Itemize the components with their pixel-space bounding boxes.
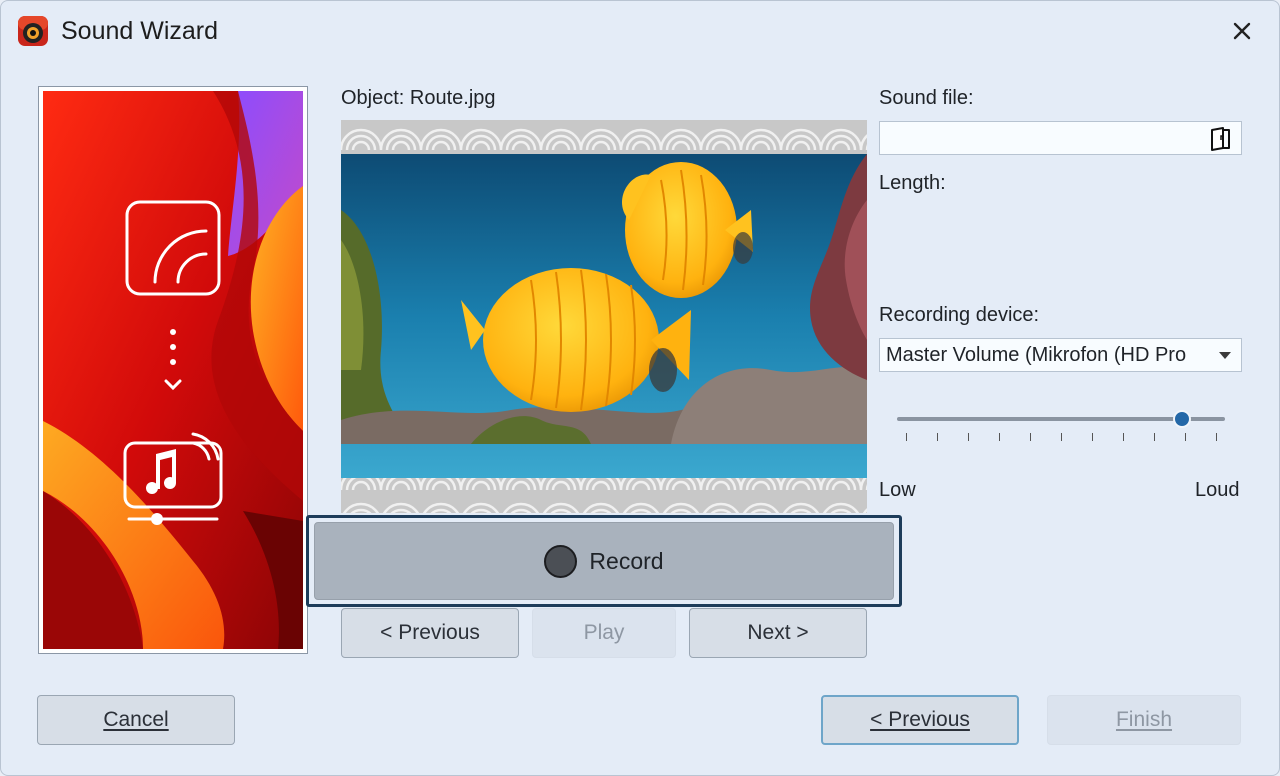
open-file-button[interactable] — [1207, 125, 1235, 153]
volume-tick — [1123, 433, 1124, 441]
sound-file-input[interactable] — [879, 121, 1242, 155]
volume-slider[interactable] — [891, 401, 1231, 447]
cancel-button-label: Cancel — [103, 708, 169, 731]
sound-wizard-window: Sound Wizard Object: Route.jpg Sound fil… — [0, 0, 1280, 776]
volume-tick — [937, 433, 938, 441]
recording-device-value: Master Volume (Mikrofon (HD Pro — [886, 344, 1187, 366]
object-label: Object: Route.jpg — [341, 87, 496, 109]
playback-next-label: Next > — [747, 621, 809, 644]
close-icon — [1233, 22, 1251, 40]
record-button-label: Record — [589, 547, 664, 574]
record-button[interactable]: Record — [314, 522, 894, 600]
camera-app-icon — [17, 15, 49, 47]
volume-tick — [1030, 433, 1031, 441]
volume-tick — [1154, 433, 1155, 441]
finish-button[interactable]: Finish — [1047, 695, 1241, 745]
chevron-down-icon — [1219, 352, 1231, 359]
window-title: Sound Wizard — [61, 17, 219, 45]
recording-device-select[interactable]: Master Volume (Mikrofon (HD Pro — [879, 338, 1242, 372]
volume-tick — [1061, 433, 1062, 441]
playback-previous-label: < Previous — [380, 621, 480, 644]
title-bar: Sound Wizard — [1, 1, 1279, 63]
volume-slider-thumb[interactable] — [1173, 410, 1192, 428]
recording-device-label: Recording device: — [879, 304, 1040, 326]
volume-low-label: Low — [879, 479, 916, 501]
volume-tick — [999, 433, 1000, 441]
playback-previous-button[interactable]: < Previous — [341, 608, 519, 658]
volume-tick — [1092, 433, 1093, 441]
close-button[interactable] — [1223, 13, 1261, 49]
volume-tick — [1185, 433, 1186, 441]
playback-next-button[interactable]: Next > — [689, 608, 867, 658]
wizard-previous-button[interactable]: < Previous — [821, 695, 1019, 745]
cancel-button[interactable]: Cancel — [37, 695, 235, 745]
volume-loud-label: Loud — [1195, 479, 1240, 501]
volume-tick — [906, 433, 907, 441]
wizard-side-illustration — [38, 86, 308, 654]
open-folder-icon — [1211, 127, 1230, 151]
play-button[interactable]: Play — [532, 608, 676, 658]
sound-file-label: Sound file: — [879, 87, 974, 109]
volume-tick — [968, 433, 969, 441]
object-preview-image — [341, 120, 867, 513]
finish-button-label: Finish — [1115, 708, 1173, 731]
play-button-label: Play — [583, 621, 625, 644]
wizard-previous-label: < Previous — [870, 708, 970, 731]
length-label: Length: — [879, 172, 946, 194]
volume-tick — [1216, 433, 1217, 441]
record-icon — [544, 544, 578, 578]
